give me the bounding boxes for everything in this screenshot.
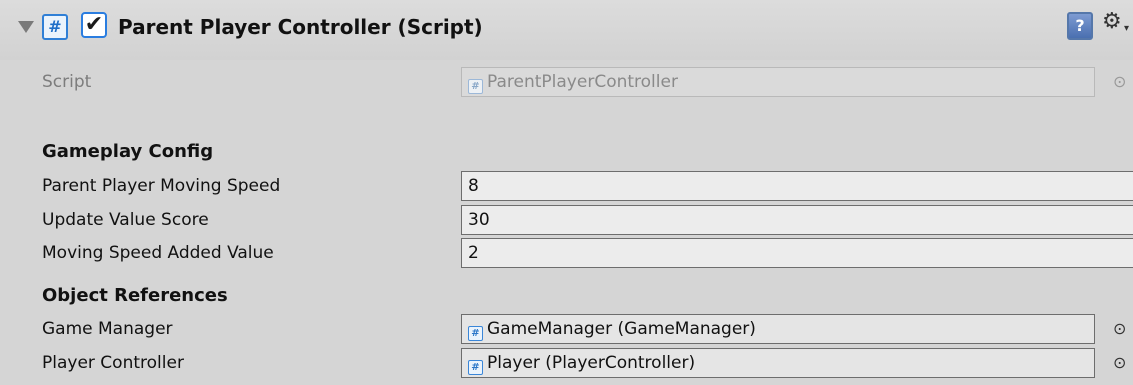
csharp-script-icon: # xyxy=(468,360,483,375)
checkmark-icon: ✔ xyxy=(84,12,104,37)
object-picker-icon[interactable]: ⊙ xyxy=(1113,355,1126,371)
gear-dropdown-arrow-icon: ▾ xyxy=(1124,23,1130,34)
gameplay-config-header: Gameplay Config xyxy=(42,141,214,162)
component-header[interactable]: # ✔ Parent Player Controller (Script) ? … xyxy=(0,0,1133,60)
help-book-icon[interactable]: ? xyxy=(1067,12,1093,40)
player-controller-label: Player Controller xyxy=(42,353,184,373)
object-picker-icon[interactable]: ⊙ xyxy=(1113,321,1126,337)
script-field: # ParentPlayerController xyxy=(461,67,1095,97)
update-value-score-input[interactable]: 30 xyxy=(461,205,1133,235)
foldout-arrow-icon[interactable] xyxy=(18,21,34,33)
script-label: Script xyxy=(42,72,92,92)
object-picker-icon: ⊙ xyxy=(1113,72,1127,91)
csharp-script-icon: # xyxy=(42,14,68,40)
gear-icon[interactable]: ⚙ xyxy=(1102,8,1122,36)
component-title: Parent Player Controller (Script) xyxy=(118,15,483,39)
component-enabled-checkbox[interactable]: ✔ xyxy=(81,12,107,38)
update-value-score-value: 30 xyxy=(468,210,490,230)
script-field-value: ParentPlayerController xyxy=(487,72,678,92)
parent-player-moving-speed-input[interactable]: 8 xyxy=(461,171,1133,201)
player-controller-field-value: Player (PlayerController) xyxy=(487,353,696,373)
parent-player-moving-speed-value: 8 xyxy=(468,176,479,196)
moving-speed-added-value-label: Moving Speed Added Value xyxy=(42,243,274,263)
game-manager-field-value: GameManager (GameManager) xyxy=(487,319,756,339)
update-value-score-label: Update Value Score xyxy=(42,210,209,230)
game-manager-field[interactable]: # GameManager (GameManager) xyxy=(461,314,1095,344)
object-references-header: Object References xyxy=(42,285,228,306)
moving-speed-added-value-value: 2 xyxy=(468,243,479,263)
game-manager-label: Game Manager xyxy=(42,319,173,339)
player-controller-field[interactable]: # Player (PlayerController) xyxy=(461,348,1095,378)
inspector-component-panel: # ✔ Parent Player Controller (Script) ? … xyxy=(0,0,1133,385)
parent-player-moving-speed-label: Parent Player Moving Speed xyxy=(42,176,281,196)
csharp-script-icon: # xyxy=(468,79,483,94)
csharp-script-icon: # xyxy=(468,326,483,341)
moving-speed-added-value-input[interactable]: 2 xyxy=(461,238,1133,268)
